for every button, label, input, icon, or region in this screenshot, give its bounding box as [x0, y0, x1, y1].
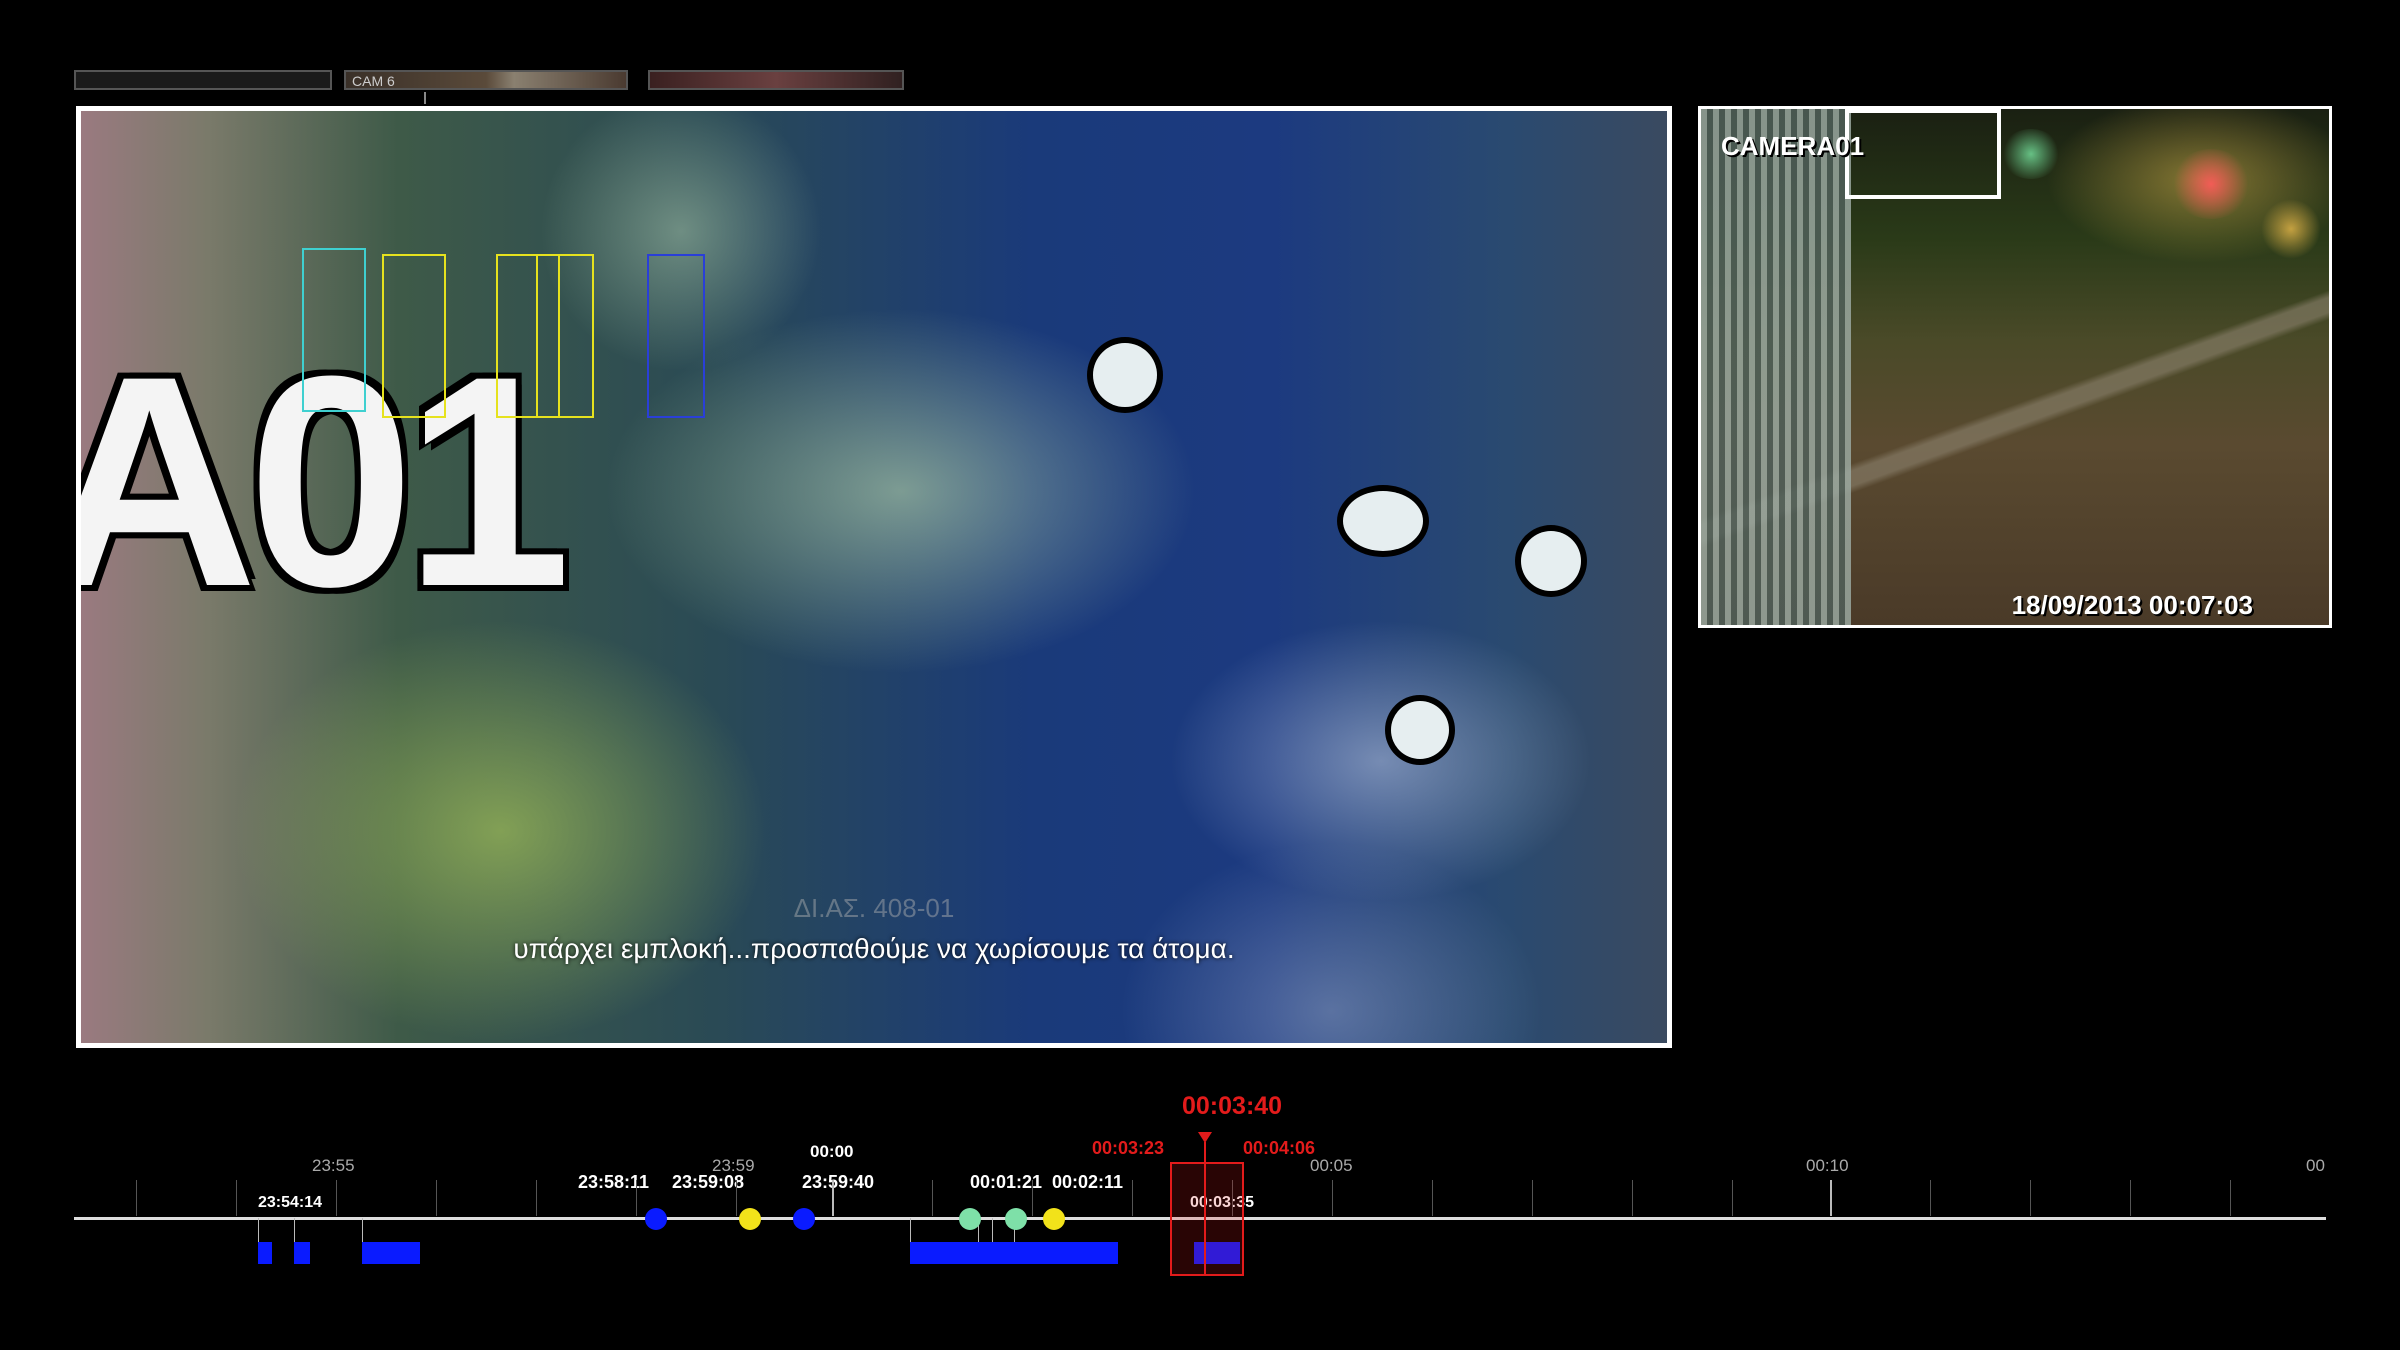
timeline-tick [736, 1180, 737, 1216]
activity-segment[interactable] [258, 1242, 272, 1264]
timeline-tick [2230, 1180, 2231, 1216]
activity-segment[interactable] [294, 1242, 310, 1264]
thumbnail-label: CAM 6 [352, 73, 395, 89]
scale-label: 00:05 [1310, 1156, 1353, 1175]
event-dot[interactable] [739, 1208, 761, 1230]
timeline-tick [1432, 1180, 1433, 1216]
timeline-tick [1532, 1180, 1533, 1216]
light-blob [1391, 701, 1449, 759]
timeline-tick [932, 1180, 933, 1216]
subtitle-caption: υπάρχει εμπλοκή...προσπαθούμε να χωρίσου… [513, 933, 1235, 964]
timeline-tick [832, 1180, 834, 1216]
scale-label: 00 [2306, 1156, 2325, 1175]
street-light [2171, 149, 2251, 219]
camera-thumbnail-strip: CAM 6 [74, 70, 904, 92]
detection-box[interactable] [647, 254, 705, 418]
camera-thumbnail-1[interactable] [74, 70, 332, 90]
event-dot[interactable] [1043, 1208, 1065, 1230]
timeline-tick [1332, 1180, 1333, 1216]
detection-box[interactable] [536, 254, 594, 418]
timeline-tick [1732, 1180, 1733, 1216]
timeline-tick [236, 1180, 237, 1216]
timeline-tick [336, 1180, 337, 1216]
event-label: 23:58:11 [578, 1172, 650, 1192]
timeline-tick [1132, 1180, 1133, 1216]
scale-label: 00:00 [810, 1142, 854, 1161]
timeline-tick [136, 1180, 137, 1216]
selection-start-label: 00:03:23 [1092, 1138, 1165, 1158]
camera-thumbnail-3[interactable] [648, 70, 904, 90]
selection-end-label: 00:04:06 [1243, 1138, 1316, 1158]
playhead-line[interactable] [1204, 1142, 1206, 1274]
camera-thumbnail-2[interactable]: CAM 6 [344, 70, 628, 90]
thumbnail-strip-marker [424, 92, 426, 104]
event-label: 23:59:40 [802, 1172, 875, 1192]
scale-label: 00:10 [1806, 1156, 1849, 1175]
camera-label: CAMERA01 [1721, 131, 1865, 161]
activity-segment[interactable] [910, 1242, 1118, 1264]
light-blob [1521, 531, 1581, 591]
timeline-tick [1830, 1180, 1832, 1216]
camera-timestamp: 18/09/2013 00:07:03 [2011, 590, 2253, 620]
event-label: 23:54:14 [258, 1194, 323, 1211]
activity-segment[interactable] [362, 1242, 420, 1264]
event-label: 00:02:11 [1052, 1172, 1124, 1192]
timeline-tick [636, 1180, 637, 1216]
event-label: 23:59:08 [672, 1172, 745, 1192]
timeline-tick [1032, 1180, 1033, 1216]
timeline-tick [536, 1180, 537, 1216]
event-dot[interactable] [1005, 1208, 1027, 1230]
detection-box[interactable] [302, 248, 366, 412]
zoom-region-box[interactable] [1845, 109, 2001, 199]
timeline-tick [2030, 1180, 2031, 1216]
caption-faint: ΔΙ.ΑΣ. 408-01 [793, 893, 955, 923]
street-light [2001, 129, 2061, 179]
main-video-view[interactable]: A01 ΔΙ.ΑΣ. 408-01 υπάρχει εμπλοκή...προσ… [76, 106, 1672, 1048]
selection-window[interactable] [1170, 1162, 1244, 1276]
event-dot[interactable] [793, 1208, 815, 1230]
event-dot[interactable] [645, 1208, 667, 1230]
current-time: 00:03:40 [1182, 1092, 1283, 1120]
timeline-tick [1930, 1180, 1931, 1216]
light-blob [1093, 343, 1157, 407]
light-blob [1343, 491, 1423, 551]
event-dot[interactable] [959, 1208, 981, 1230]
building-wall [1701, 109, 1851, 625]
timeline-tick [436, 1180, 437, 1216]
timeline-tick [2130, 1180, 2131, 1216]
playhead-marker[interactable] [1198, 1132, 1212, 1143]
street-light [2261, 199, 2321, 259]
timeline-tick [1632, 1180, 1633, 1216]
scale-label: 23:55 [312, 1156, 355, 1175]
side-camera-view[interactable]: CAMERA01 18/09/2013 00:07:03 [1698, 106, 2332, 628]
detection-box[interactable] [382, 254, 446, 418]
